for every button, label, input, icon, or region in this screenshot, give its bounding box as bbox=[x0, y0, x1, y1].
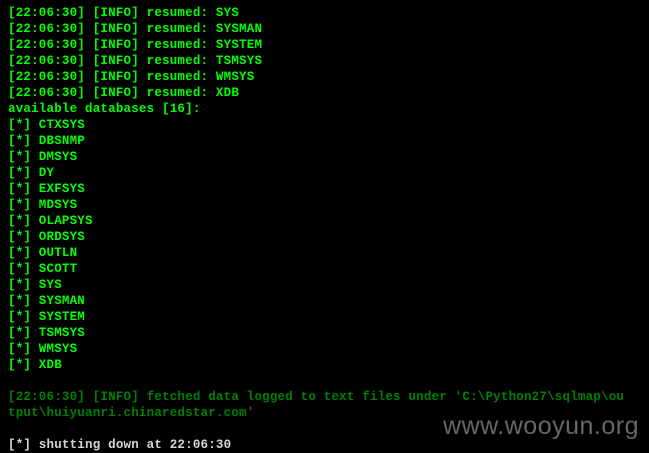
database-item: [*] ORDSYS bbox=[8, 230, 86, 244]
database-item: [*] DBSNMP bbox=[8, 134, 86, 148]
database-item: [*] SYSMAN bbox=[8, 294, 86, 308]
database-item: [*] CTXSYS bbox=[8, 118, 86, 132]
log-line-resumed-xdb: [22:06:30] [INFO] resumed: XDB bbox=[8, 86, 240, 100]
console-output: [22:06:30] [INFO] resumed: SYS [22:06:30… bbox=[8, 5, 641, 453]
database-item: [*] OLAPSYS bbox=[8, 214, 93, 228]
log-line-resumed-wmsys: [22:06:30] [INFO] resumed: WMSYS bbox=[8, 70, 255, 84]
log-line-fetched-data: [22:06:30] [INFO] fetched data logged to… bbox=[8, 390, 625, 404]
database-item: [*] SCOTT bbox=[8, 262, 78, 276]
database-item: [*] DY bbox=[8, 166, 55, 180]
watermark: www.wooyun.org bbox=[443, 412, 639, 440]
available-databases-header: available databases [16]: bbox=[8, 102, 201, 116]
log-line-resumed-system: [22:06:30] [INFO] resumed: SYSTEM bbox=[8, 38, 263, 52]
database-item: [*] SYS bbox=[8, 278, 62, 292]
database-item: [*] OUTLN bbox=[8, 246, 78, 260]
log-line-resumed-sysman: [22:06:30] [INFO] resumed: SYSMAN bbox=[8, 22, 263, 36]
console-window[interactable]: [22:06:30] [INFO] resumed: SYS [22:06:30… bbox=[0, 0, 649, 453]
log-line-resumed-sys: [22:06:30] [INFO] resumed: SYS bbox=[8, 6, 240, 20]
log-line-resumed-tsmsys: [22:06:30] [INFO] resumed: TSMSYS bbox=[8, 54, 263, 68]
database-item: [*] MDSYS bbox=[8, 198, 78, 212]
database-item: [*] SYSTEM bbox=[8, 310, 86, 324]
database-item: [*] DMSYS bbox=[8, 150, 78, 164]
database-item: [*] EXFSYS bbox=[8, 182, 86, 196]
database-item: [*] WMSYS bbox=[8, 342, 78, 356]
database-item: [*] XDB bbox=[8, 358, 62, 372]
database-item: [*] TSMSYS bbox=[8, 326, 86, 340]
